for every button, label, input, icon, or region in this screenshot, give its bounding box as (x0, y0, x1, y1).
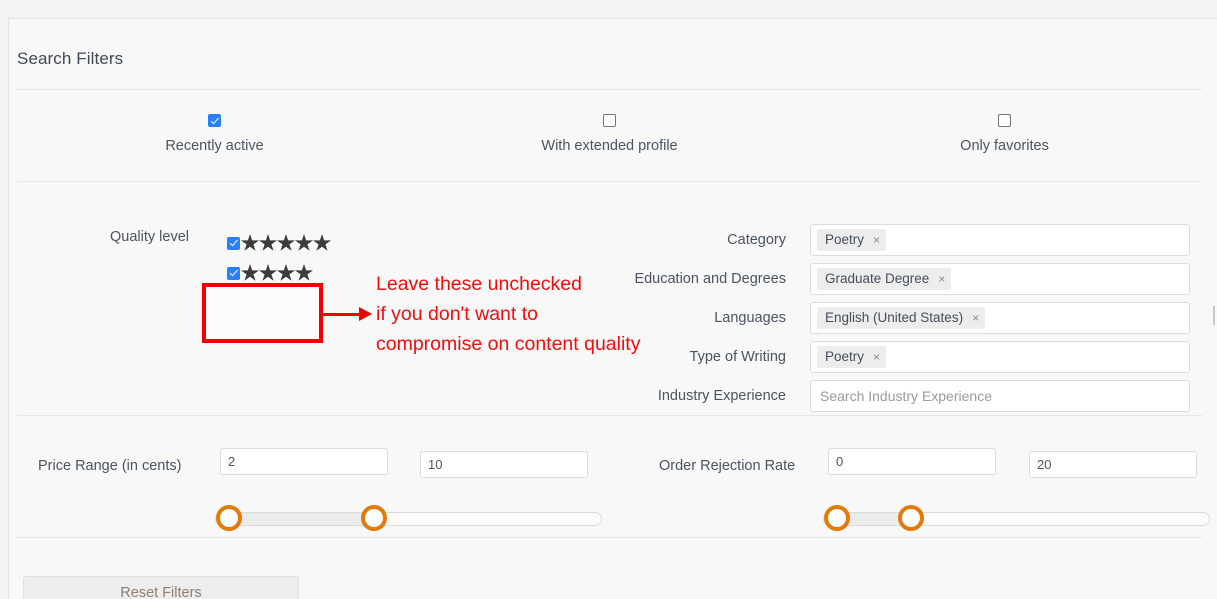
input-languages[interactable]: English (United States) × (810, 301, 1190, 334)
label-type-of-writing: Type of Writing (689, 348, 786, 365)
annotation-arrow-line (323, 313, 362, 316)
divider-footer (17, 537, 1202, 538)
input-rejection-max[interactable] (1029, 451, 1197, 478)
checkbox-quality-4-stars[interactable] (227, 266, 240, 280)
form-row-category: Category Poetry × (629, 220, 1190, 259)
star-icon (241, 234, 259, 251)
quality-level-label: Quality level (110, 229, 189, 245)
filters-form: Category Poetry × Education and Degrees … (629, 220, 1190, 415)
input-industry-experience[interactable]: Search Industry Experience (810, 379, 1190, 412)
chip-remove-icon[interactable]: × (873, 351, 880, 363)
divider-top (17, 89, 1202, 90)
star-icon (313, 234, 331, 251)
checkbox-label-recently-active: Recently active (165, 138, 264, 154)
chip-remove-icon[interactable]: × (938, 273, 945, 285)
slider-price-range[interactable] (215, 505, 602, 531)
label-languages: Languages (714, 309, 786, 326)
divider-ranges (17, 415, 1202, 416)
form-row-type-of-writing: Type of Writing Poetry × (629, 337, 1190, 376)
search-filters-panel: Search Filters Recently active With exte… (8, 18, 1217, 599)
chip-label: Poetry (825, 232, 865, 247)
checkbox-with-extended-profile[interactable] (603, 114, 616, 127)
label-order-rejection-rate: Order Rejection Rate (659, 458, 796, 474)
quality-row-5-stars[interactable] (227, 228, 331, 258)
label-industry-experience: Industry Experience (657, 387, 786, 404)
checkbox-label-with-extended-profile: With extended profile (541, 138, 678, 154)
chip-remove-icon[interactable]: × (972, 312, 979, 324)
star-icon (277, 234, 295, 251)
annotation-highlight-box (202, 283, 323, 343)
form-row-industry-experience: Industry Experience Search Industry Expe… (629, 376, 1190, 415)
label-education-and-degrees: Education and Degrees (634, 270, 786, 287)
input-price-max[interactable] (420, 451, 588, 478)
slider-handle-rejection-min[interactable] (824, 505, 850, 531)
form-row-education-and-degrees: Education and Degrees Graduate Degree × (629, 259, 1190, 298)
annotation-arrow-head-icon (359, 307, 372, 321)
chip-label: Poetry (825, 349, 865, 364)
chip-remove-icon[interactable]: × (873, 234, 880, 246)
slider-fill (229, 513, 374, 525)
right-edge-fragment (1213, 306, 1215, 325)
star-icon (277, 264, 295, 281)
star-icon (295, 234, 313, 251)
checkbox-label-only-favorites: Only favorites (960, 138, 1049, 154)
slider-handle-price-min[interactable] (216, 505, 242, 531)
checkbox-quality-5-stars[interactable] (227, 236, 240, 250)
checkbox-cell-with-extended-profile[interactable]: With extended profile (412, 114, 807, 154)
chip-education-and-degrees[interactable]: Graduate Degree × (817, 267, 952, 290)
star-icon (241, 264, 259, 281)
slider-handle-price-max[interactable] (361, 505, 387, 531)
input-rejection-min[interactable] (828, 448, 996, 475)
checkbox-cell-only-favorites[interactable]: Only favorites (807, 114, 1202, 154)
search-filters-screen: Search Filters Recently active With exte… (0, 0, 1217, 599)
stars-5 (241, 234, 331, 252)
chip-languages[interactable]: English (United States) × (817, 306, 986, 329)
slider-handle-rejection-max[interactable] (898, 505, 924, 531)
input-education-and-degrees[interactable]: Graduate Degree × (810, 262, 1190, 295)
star-icon (259, 234, 277, 251)
chip-category[interactable]: Poetry × (817, 228, 887, 251)
stars-4 (241, 264, 313, 282)
star-icon (295, 264, 313, 281)
label-price-range: Price Range (in cents) (38, 458, 182, 474)
reset-filters-button[interactable]: Reset Filters (23, 576, 299, 599)
input-type-of-writing[interactable]: Poetry × (810, 340, 1190, 373)
chip-label: English (United States) (825, 310, 964, 325)
chip-type-of-writing[interactable]: Poetry × (817, 345, 887, 368)
checkbox-cell-recently-active[interactable]: Recently active (17, 114, 412, 154)
page-title: Search Filters (17, 49, 124, 68)
industry-experience-placeholder: Search Industry Experience (820, 387, 992, 404)
form-row-languages: Languages English (United States) × (629, 298, 1190, 337)
chip-label: Graduate Degree (825, 271, 930, 286)
slider-order-rejection-rate[interactable] (823, 505, 1210, 531)
input-category[interactable]: Poetry × (810, 223, 1190, 256)
checkbox-only-favorites[interactable] (998, 114, 1011, 127)
input-price-min[interactable] (220, 448, 388, 475)
divider-middle (17, 181, 1202, 182)
label-category: Category (727, 231, 786, 248)
checkbox-recently-active[interactable] (208, 114, 221, 127)
star-icon (259, 264, 277, 281)
top-checkbox-row: Recently active With extended profile On… (17, 114, 1202, 154)
